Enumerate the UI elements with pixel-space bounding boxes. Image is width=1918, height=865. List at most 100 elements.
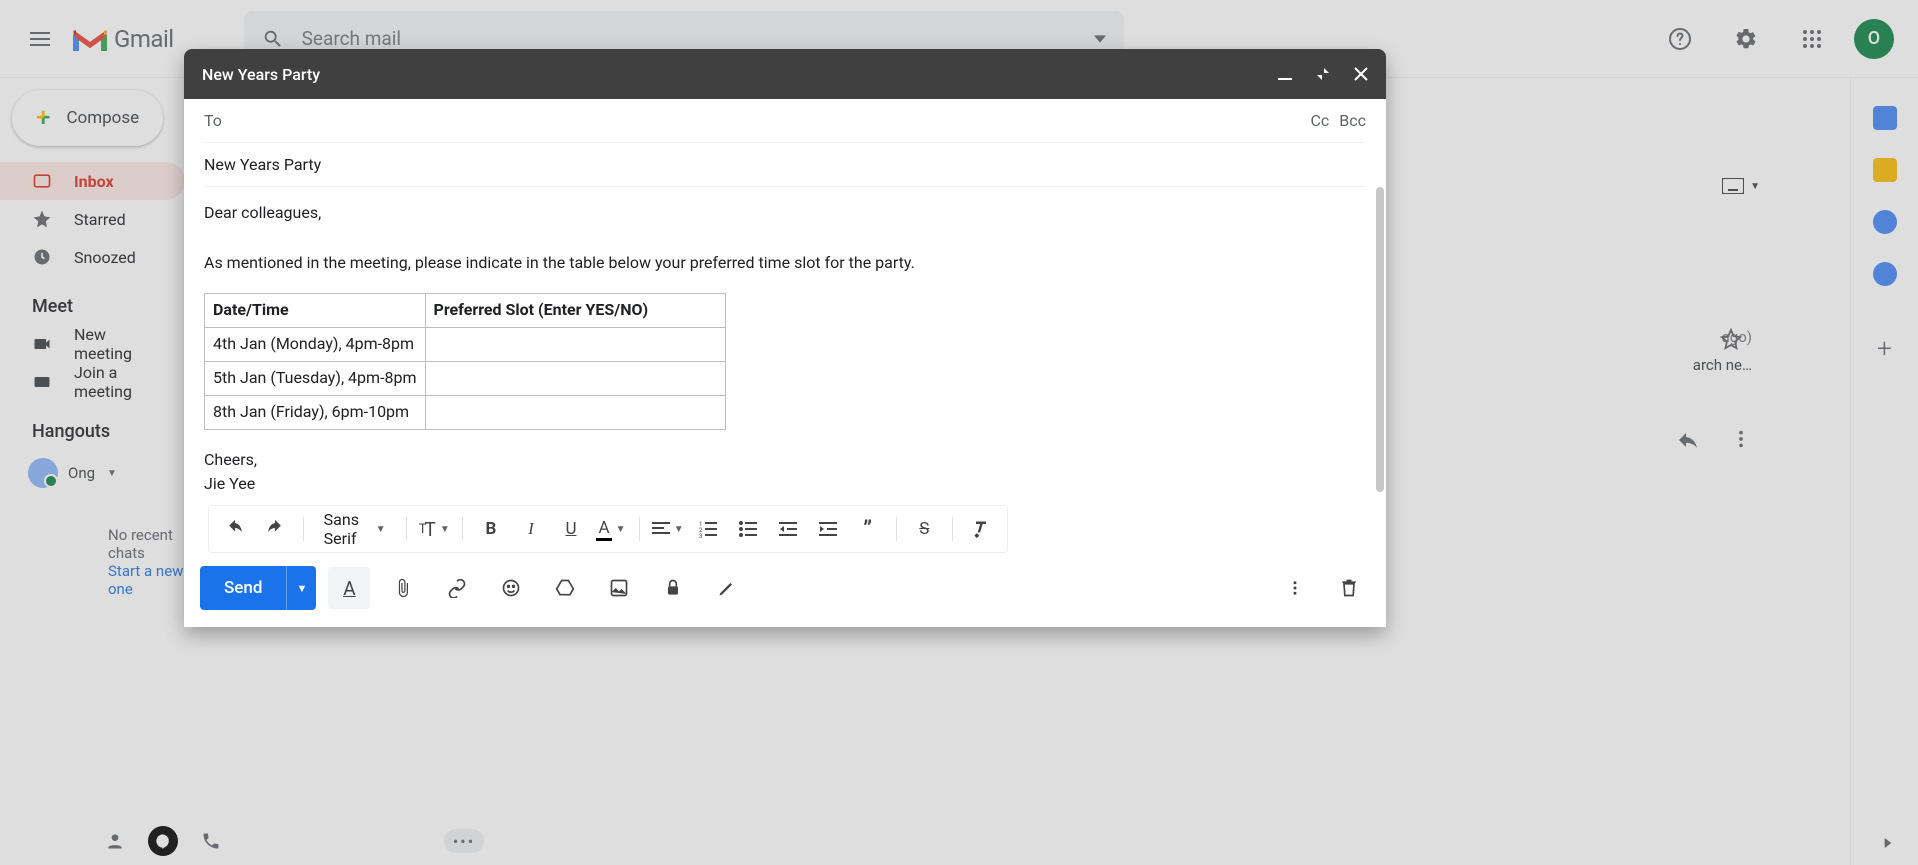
keyboard-icon [1722,178,1744,194]
insert-link-button[interactable] [436,567,478,609]
close-icon [1354,67,1368,81]
fullscreen-exit-button[interactable] [1316,67,1330,81]
keyboard-icon [32,372,52,392]
settings-button[interactable] [1722,15,1770,63]
bcc-toggle[interactable]: Bcc [1339,111,1366,130]
timeslot-table[interactable]: Date/Time Preferred Slot (Enter YES/NO) … [204,293,726,429]
align-icon [652,520,670,538]
nav-snoozed[interactable]: Snoozed [0,238,185,276]
undo-button[interactable] [219,513,251,545]
message-body-editor[interactable]: Dear colleagues, As mentioned in the mee… [204,187,1366,505]
bulleted-list-button[interactable] [732,513,764,545]
text-color-icon: A [596,518,611,541]
caret-down-icon: ▼ [616,524,626,535]
align-button[interactable]: ▼ [652,513,684,545]
gmail-m-icon [72,25,108,53]
font-family-selector[interactable]: Sans Serif▼ [316,513,394,545]
insert-emoji-button[interactable] [490,567,532,609]
gear-icon [1734,27,1758,51]
more-vert-icon[interactable] [1730,428,1752,450]
chat-overflow[interactable]: ••• [444,829,484,853]
insert-drive-button[interactable] [544,567,586,609]
bulleted-list-icon [739,520,757,538]
bold-button[interactable]: B [475,513,507,545]
quote-icon: ” [863,517,872,542]
cc-toggle[interactable]: Cc [1310,111,1329,130]
italic-button[interactable]: I [515,513,547,545]
nav-join-meeting[interactable]: Join a meeting [0,363,185,401]
compose-button[interactable]: + Compose [12,90,163,146]
search-options-dropdown[interactable] [1094,33,1106,45]
undo-icon [225,519,245,539]
main-menu-button[interactable] [16,15,64,63]
google-apps-button[interactable] [1788,15,1836,63]
emoji-icon [501,578,521,598]
apps-grid-icon [1802,29,1822,49]
hamburger-icon [30,38,50,40]
minimize-button[interactable] [1278,67,1292,81]
send-button[interactable]: Send [200,566,286,610]
editor-scrollbar[interactable] [1376,187,1384,492]
hangouts-contacts-tab[interactable] [100,826,130,856]
account-avatar[interactable]: O [1854,19,1894,59]
body-greeting: Dear colleagues, [204,201,1366,226]
formatting-toolbar: Sans Serif▼ TT▼ B I U A▼ ▼ 123 ” S [208,505,1008,553]
body-signature: Jie Yee [204,472,1366,497]
numbered-list-button[interactable]: 123 [692,513,724,545]
formatting-options-toggle[interactable]: A [328,567,370,609]
insert-signature-button[interactable] [706,567,748,609]
compose-titlebar[interactable]: New Years Party [184,49,1386,99]
strikethrough-button[interactable]: S [908,513,940,545]
hangouts-user[interactable]: Ong ▼ [0,450,185,496]
indent-less-button[interactable] [772,513,804,545]
lock-clock-icon [663,578,683,598]
star-outline-icon[interactable] [1720,328,1742,350]
hangouts-chats-tab[interactable] [148,826,178,856]
tasks-addon[interactable] [1873,210,1897,234]
body-signoff: Cheers, [204,448,1366,473]
redo-button[interactable] [259,513,291,545]
gmail-logo[interactable]: Gmail [72,25,174,53]
nav-starred[interactable]: Starred [0,200,185,238]
table-row: 8th Jan (Friday), 6pm-10pm [205,395,726,429]
quote-button[interactable]: ” [852,513,884,545]
to-label: To [204,111,222,130]
contacts-addon[interactable] [1873,262,1897,286]
underline-button[interactable]: U [555,513,587,545]
meet-section-title: Meet [0,276,185,325]
get-addons-button[interactable]: + [1877,334,1892,364]
keep-addon[interactable] [1873,158,1897,182]
caret-down-icon [1094,33,1106,45]
text-color-button[interactable]: A▼ [595,513,627,545]
reply-icon[interactable] [1676,428,1700,452]
phone-tab[interactable] [196,826,226,856]
nav-new-meeting[interactable]: New meeting [0,325,185,363]
support-button[interactable] [1656,15,1704,63]
caret-down-icon: ▼ [440,524,450,535]
table-row: 4th Jan (Monday), 4pm-8pm [205,328,726,362]
side-panel-collapse-icon[interactable] [1878,833,1898,853]
to-field-row[interactable]: To Cc Bcc [204,99,1366,143]
calendar-addon[interactable] [1873,106,1897,130]
indent-less-icon [779,520,797,538]
attach-file-button[interactable] [382,567,424,609]
nav-inbox[interactable]: Inbox [0,162,185,200]
search-input[interactable] [302,27,1076,50]
confidential-mode-button[interactable] [652,567,694,609]
attachment-icon [393,578,413,598]
caret-down-icon: ▼ [1750,181,1760,192]
close-button[interactable] [1354,67,1368,81]
font-size-button[interactable]: TT▼ [418,513,450,545]
redo-icon [265,519,285,539]
table-header: Preferred Slot (Enter YES/NO) [425,294,725,328]
indent-more-button[interactable] [812,513,844,545]
start-new-chat-link[interactable]: Start a new one [108,562,185,598]
insert-photo-button[interactable] [598,567,640,609]
send-options-dropdown[interactable]: ▼ [286,566,316,610]
input-tools[interactable]: ▼ [1722,178,1760,194]
phone-icon [201,831,221,851]
subject-field[interactable]: New Years Party [204,143,1366,187]
more-options-button[interactable] [1274,567,1316,609]
remove-formatting-button[interactable] [965,513,997,545]
discard-draft-button[interactable] [1328,567,1370,609]
